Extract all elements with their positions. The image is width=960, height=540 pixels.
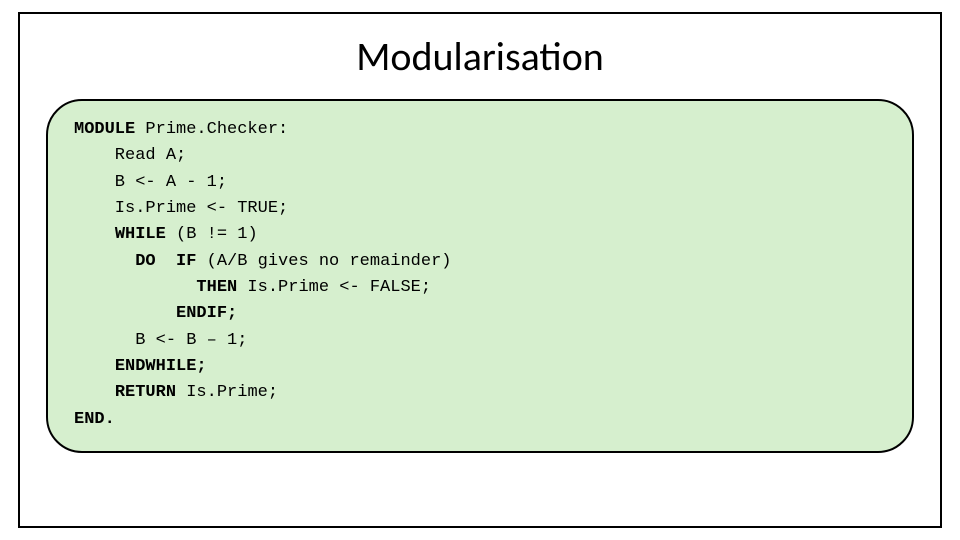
kw-then: THEN [196, 278, 237, 297]
code-text: Is.Prime; [176, 383, 278, 402]
code-box: MODULE Prime.Checker: Read A; B <- A - 1… [46, 99, 914, 453]
slide-frame: Modularisation MODULE Prime.Checker: Rea… [18, 12, 942, 528]
code-indent [74, 225, 115, 244]
code-line: Read A; [74, 146, 186, 165]
code-indent [74, 357, 115, 376]
code-indent [156, 252, 176, 271]
slide-title: Modularisation [20, 32, 940, 81]
kw-return: RETURN [115, 383, 176, 402]
kw-if: IF [176, 252, 196, 271]
kw-while: WHILE [115, 225, 166, 244]
code-indent [74, 304, 176, 323]
code-indent [74, 278, 196, 297]
kw-do: DO [135, 252, 155, 271]
kw-endwhile: ENDWHILE; [115, 357, 207, 376]
code-line: B <- A - 1; [74, 173, 227, 192]
pseudocode-block: MODULE Prime.Checker: Read A; B <- A - 1… [74, 117, 886, 433]
code-text: (A/B gives no remainder) [196, 252, 451, 271]
kw-module: MODULE [74, 120, 135, 139]
code-line: B <- B – 1; [74, 331, 247, 350]
kw-endif: ENDIF; [176, 304, 237, 323]
code-indent [74, 252, 135, 271]
code-text: Is.Prime <- FALSE; [237, 278, 431, 297]
code-text: (B != 1) [166, 225, 258, 244]
code-indent [74, 383, 115, 402]
code-text: Prime.Checker: [135, 120, 288, 139]
kw-end: END. [74, 410, 115, 429]
code-line: Is.Prime <- TRUE; [74, 199, 288, 218]
